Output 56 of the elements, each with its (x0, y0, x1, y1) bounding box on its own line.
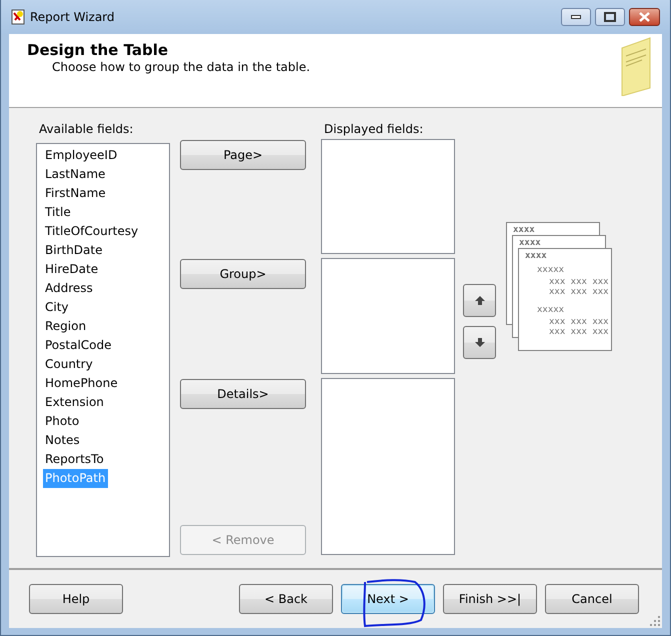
detail-text: xxx xxx xxx (549, 317, 609, 327)
move-down-button[interactable] (463, 326, 496, 359)
field-item[interactable]: Title (43, 203, 73, 222)
minimize-icon (571, 15, 581, 19)
available-fields-label: Available fields: (38, 122, 134, 138)
page-header-text: xxxx (519, 238, 541, 248)
field-item[interactable]: FirstName (43, 184, 108, 203)
wizard-button[interactable]: Finish >>| (443, 584, 537, 614)
field-item[interactable]: HireDate (43, 260, 100, 279)
displayed-fields-list[interactable] (321, 139, 455, 254)
displayed-fields-label: Displayed fields: (323, 122, 424, 138)
add-field-button[interactable]: Details> (180, 379, 306, 409)
maximize-button[interactable] (595, 8, 625, 26)
field-item[interactable]: City (43, 298, 71, 317)
wizard-button[interactable]: < Back (239, 584, 333, 614)
field-item[interactable]: HomePhone (43, 374, 120, 393)
available-fields-list[interactable]: EmployeeID LastName FirstName Title TitleOfCourtesy BirthDate HireDate Address City Region PostalCode Country HomePhone Extension Photo Notes ReportsTo PhotoPath (36, 143, 170, 557)
field-item[interactable]: Country (43, 355, 95, 374)
page-subtitle: Choose how to group the data in the table. (51, 59, 312, 75)
minimize-button[interactable] (561, 8, 591, 26)
move-up-button[interactable] (463, 284, 496, 317)
group-text: xxxxx (537, 265, 564, 275)
close-button[interactable] (629, 8, 660, 26)
app-icon (11, 9, 25, 25)
window-title: Report Wizard (30, 10, 115, 24)
field-item[interactable]: TitleOfCourtesy (43, 222, 140, 241)
page-header-text: xxxx (513, 225, 535, 235)
notepad-icon (622, 37, 650, 96)
field-item[interactable]: PostalCode (43, 336, 114, 355)
resize-grip-icon[interactable] (650, 616, 660, 626)
close-icon (639, 12, 650, 22)
add-field-button[interactable]: Page> (180, 140, 306, 170)
group-text: xxxxx (537, 305, 564, 315)
field-item[interactable]: ReportsTo (43, 450, 106, 469)
field-item[interactable]: Region (43, 317, 88, 336)
page-title: Design the Table (27, 41, 170, 59)
displayed-fields-list[interactable] (321, 258, 455, 374)
field-item[interactable]: EmployeeID (43, 146, 120, 165)
wizard-button[interactable]: Cancel (545, 584, 639, 614)
displayed-fields-list[interactable] (321, 378, 455, 555)
help-button[interactable]: Help (29, 584, 123, 614)
field-item[interactable]: Address (43, 279, 95, 298)
field-item[interactable]: Notes (43, 431, 82, 450)
detail-text: xxx xxx xxx (549, 287, 609, 297)
page-header-text: xxxx (525, 251, 547, 261)
field-item[interactable]: Extension (43, 393, 106, 412)
arrow-down-icon (474, 338, 484, 347)
detail-text: xxx xxx xxx (549, 277, 609, 287)
field-item[interactable]: LastName (43, 165, 108, 184)
wizard-button[interactable]: Next > (341, 584, 435, 614)
arrow-up-icon (474, 296, 484, 305)
add-field-button[interactable]: Group> (180, 259, 306, 289)
field-item[interactable]: BirthDate (43, 241, 104, 260)
detail-text: xxx xxx xxx (549, 327, 609, 337)
maximize-icon (604, 12, 616, 22)
field-item[interactable]: Photo (43, 412, 82, 431)
